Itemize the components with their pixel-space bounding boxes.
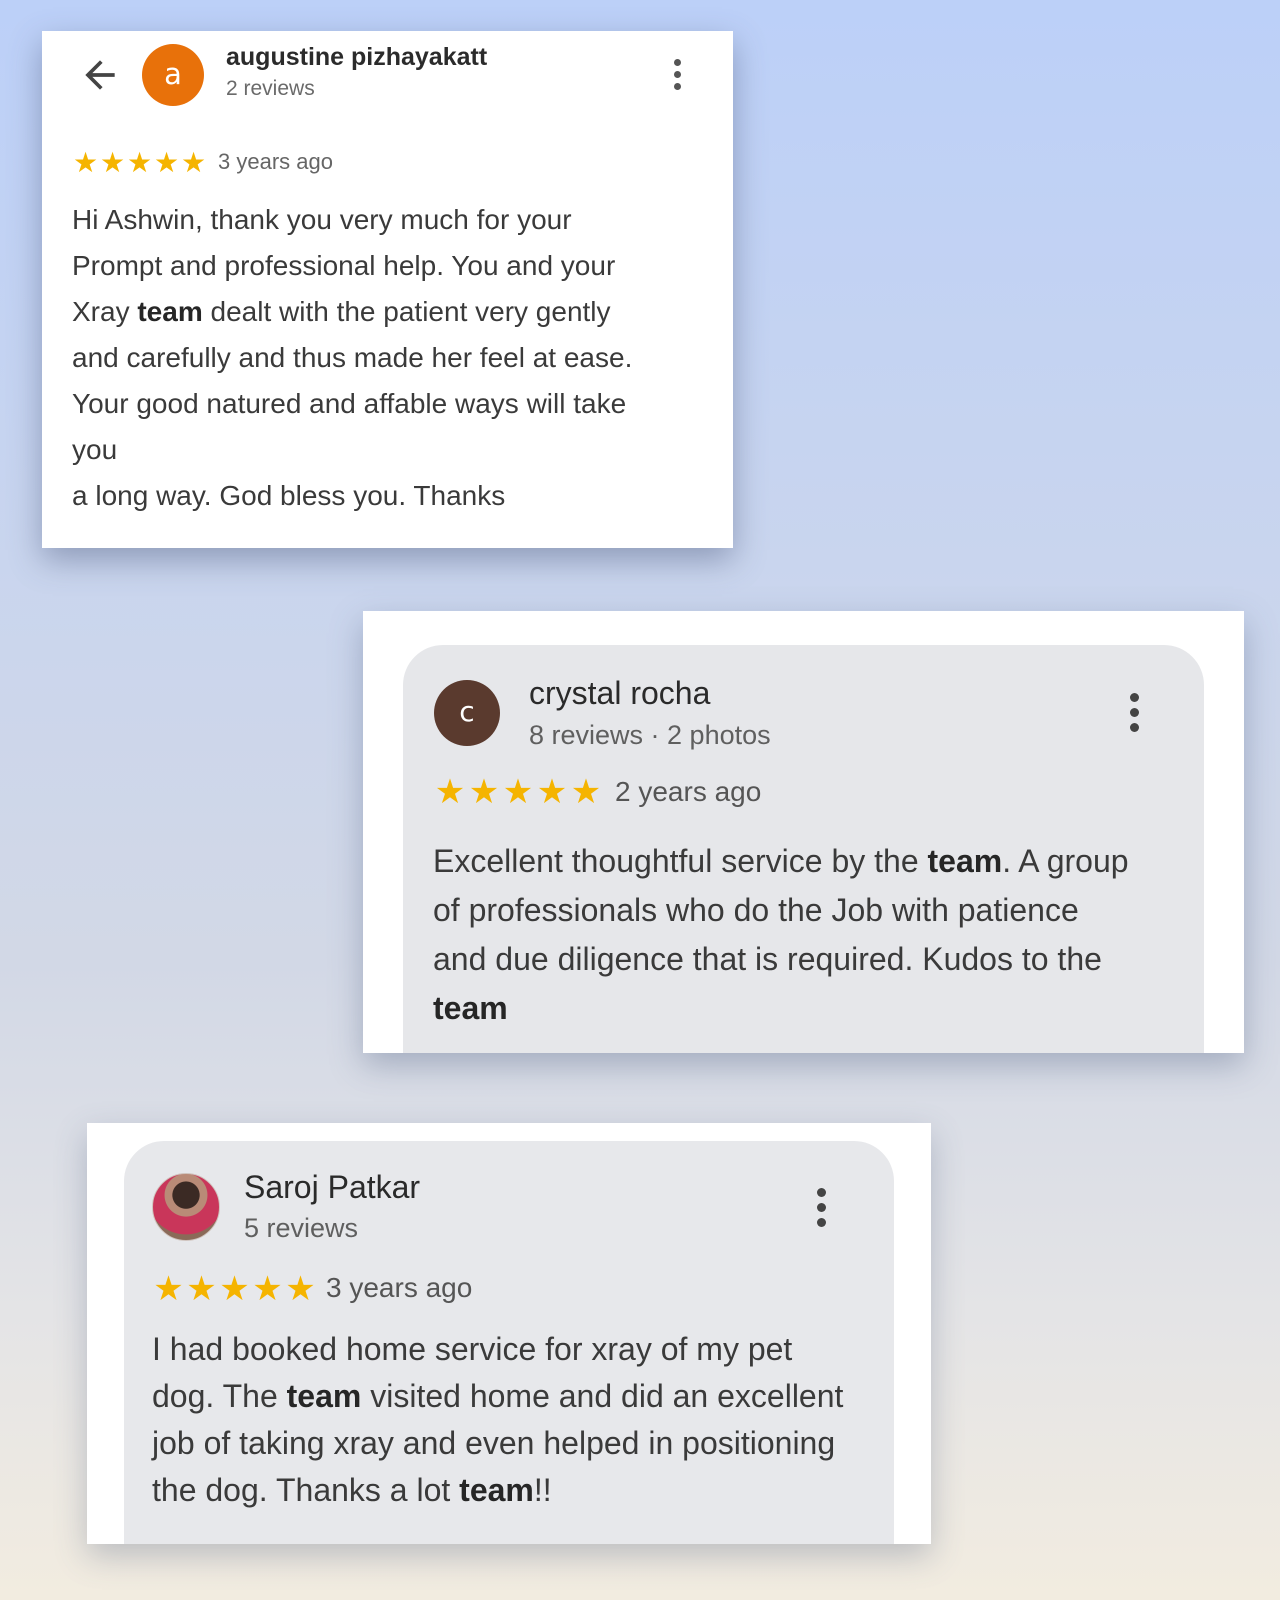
- review-panel: Saroj Patkar 5 reviews ★ ★ ★ ★ ★ 3 years…: [124, 1141, 894, 1544]
- star-icon: ★: [536, 773, 568, 811]
- star-icon: ★: [434, 773, 466, 811]
- star-rating: ★ ★ ★ ★ ★: [72, 146, 207, 180]
- review-card: a augustine pizhayakatt 2 reviews ★ ★ ★ …: [42, 31, 733, 548]
- reviewer-meta: 2 reviews: [226, 77, 315, 100]
- avatar[interactable]: a: [142, 44, 204, 106]
- star-icon: ★: [570, 773, 602, 811]
- more-options-icon[interactable]: [672, 59, 682, 95]
- reviewer-name[interactable]: Saroj Patkar: [244, 1169, 420, 1206]
- review-text: I had booked home service for xray of my…: [152, 1331, 844, 1508]
- star-rating: ★ ★ ★ ★ ★: [152, 1268, 317, 1310]
- review-date: 2 years ago: [615, 776, 762, 807]
- review-date: 3 years ago: [326, 1272, 473, 1303]
- more-options-icon[interactable]: [1129, 693, 1139, 738]
- star-icon: ★: [153, 1270, 184, 1308]
- review-card: c crystal rocha 8 reviews · 2 photos ★ ★…: [363, 611, 1244, 1053]
- reviewer-meta: 8 reviews · 2 photos: [529, 720, 771, 750]
- star-icon: ★: [252, 1270, 283, 1308]
- more-options-icon[interactable]: [816, 1188, 826, 1233]
- star-icon: ★: [99, 147, 126, 178]
- review-text: Excellent thoughtful service by the team…: [433, 843, 1129, 1026]
- star-icon: ★: [468, 773, 500, 811]
- star-icon: ★: [126, 147, 153, 178]
- star-icon: ★: [219, 1270, 250, 1308]
- star-icon: ★: [285, 1270, 316, 1308]
- reviewer-meta: 5 reviews: [244, 1213, 359, 1243]
- star-icon: ★: [186, 1270, 217, 1308]
- review-card: Saroj Patkar 5 reviews ★ ★ ★ ★ ★ 3 years…: [87, 1123, 931, 1544]
- avatar[interactable]: c: [434, 680, 500, 746]
- reviewer-name[interactable]: augustine pizhayakatt: [226, 43, 487, 72]
- star-icon: ★: [502, 773, 534, 811]
- review-date: 3 years ago: [218, 149, 333, 174]
- review-panel: c crystal rocha 8 reviews · 2 photos ★ ★…: [403, 645, 1204, 1053]
- star-rating: ★ ★ ★ ★ ★: [433, 771, 603, 813]
- star-icon: ★: [153, 147, 180, 178]
- back-arrow-icon[interactable]: [78, 53, 122, 97]
- star-icon: ★: [180, 147, 207, 178]
- review-text: Hi Ashwin, thank you very much for your …: [72, 204, 633, 511]
- star-icon: ★: [72, 147, 99, 178]
- profile-photo[interactable]: [152, 1173, 220, 1241]
- reviewer-name[interactable]: crystal rocha: [529, 675, 710, 712]
